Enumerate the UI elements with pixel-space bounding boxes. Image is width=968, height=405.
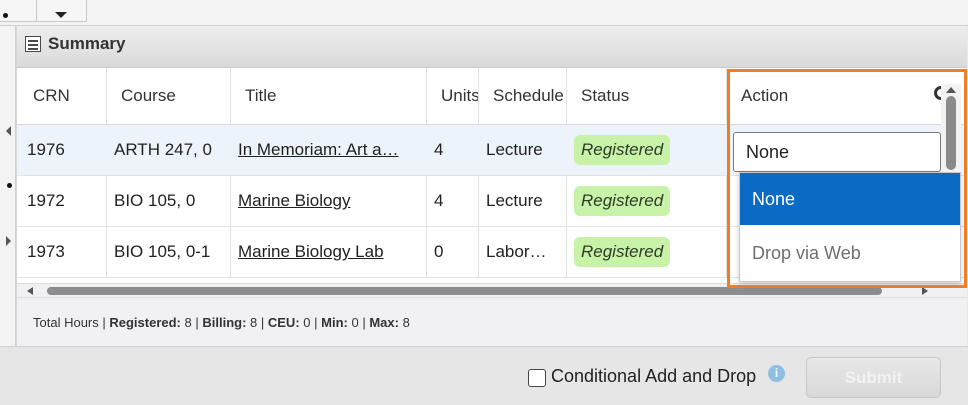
dropdown-option-drop-via-web[interactable]: Drop via Web <box>740 227 960 279</box>
cell-course: ARTH 247, 0 <box>114 140 212 159</box>
status-badge: Registered <box>574 237 671 267</box>
cell-course: BIO 105, 0 <box>114 191 196 210</box>
bottom-action-bar: Conditional Add and Drop i Submit <box>0 346 968 405</box>
action-dropdown-list: None Drop via Web <box>739 172 961 282</box>
column-header-units[interactable]: Units <box>441 68 478 124</box>
scrollbar-thumb[interactable] <box>47 287 882 295</box>
max-label: Max: <box>369 315 399 330</box>
billing-label: Billing: <box>202 315 247 330</box>
billing-value: 8 <box>250 315 258 330</box>
chevron-down-icon <box>55 12 67 18</box>
cell-schedule: Lecture <box>486 140 543 159</box>
status-badge: Registered <box>574 186 671 216</box>
top-toolbar-strip <box>0 0 968 26</box>
scroll-left-icon[interactable] <box>27 287 33 295</box>
cell-schedule: Lecture <box>486 191 543 210</box>
column-header-status[interactable]: Status <box>581 68 721 124</box>
scroll-up-icon[interactable] <box>946 87 956 93</box>
cell-units: 4 <box>434 191 444 210</box>
summary-icon <box>25 36 41 52</box>
left-collapse-gutter <box>0 26 16 346</box>
vertical-scrollbar[interactable] <box>941 84 961 172</box>
cell-crn: 1972 <box>27 191 65 210</box>
conditional-add-drop-label[interactable]: Conditional Add and Drop <box>551 366 756 387</box>
toolbar-cell <box>0 0 37 22</box>
dropdown-toggle[interactable] <box>37 0 87 22</box>
action-select[interactable]: None <box>733 132 941 172</box>
column-header-schedule[interactable]: Schedule <box>493 68 566 124</box>
cell-crn: 1973 <box>27 242 65 261</box>
ceu-label: CEU: <box>267 315 300 330</box>
column-header-action[interactable]: Action <box>741 68 921 124</box>
ceu-value: 0 <box>303 315 311 330</box>
column-header-course[interactable]: Course <box>121 68 226 124</box>
registered-label: Registered: <box>109 315 181 330</box>
summary-header: Summary <box>17 26 967 68</box>
cell-units: 4 <box>434 140 444 159</box>
total-hours-summary: Total Hours | Registered: 8 | Billing: 8… <box>17 297 967 346</box>
scrollbar-thumb[interactable] <box>946 96 956 170</box>
registered-value: 8 <box>184 315 192 330</box>
cell-crn: 1976 <box>27 140 65 159</box>
dropdown-option-none[interactable]: None <box>740 173 960 225</box>
expand-right-icon[interactable] <box>6 236 11 246</box>
collapse-left-icon[interactable] <box>6 126 11 136</box>
course-title-link[interactable]: Marine Biology <box>238 176 418 226</box>
submit-button[interactable]: Submit <box>806 357 941 398</box>
cell-units: 0 <box>434 242 444 261</box>
bullet-icon <box>3 13 8 18</box>
min-value: 0 <box>351 315 359 330</box>
status-badge: Registered <box>574 135 671 165</box>
column-header-title[interactable]: Title <box>245 68 420 124</box>
bullet-icon <box>7 183 12 188</box>
conditional-add-drop-checkbox[interactable] <box>528 369 546 387</box>
min-label: Min: <box>321 315 348 330</box>
info-icon[interactable]: i <box>768 365 785 382</box>
course-title-link[interactable]: In Memoriam: Art a… <box>238 125 413 175</box>
max-value: 8 <box>402 315 410 330</box>
cell-schedule: Labor… <box>486 242 547 261</box>
horizontal-scrollbar[interactable] <box>17 283 967 297</box>
course-title-link[interactable]: Marine Biology Lab <box>238 227 418 277</box>
summary-title: Summary <box>48 34 126 53</box>
column-header-crn[interactable]: CRN <box>33 68 103 124</box>
total-hours-label: Total Hours <box>33 315 99 330</box>
scroll-right-icon[interactable] <box>922 287 928 295</box>
cell-course: BIO 105, 0-1 <box>114 242 211 261</box>
